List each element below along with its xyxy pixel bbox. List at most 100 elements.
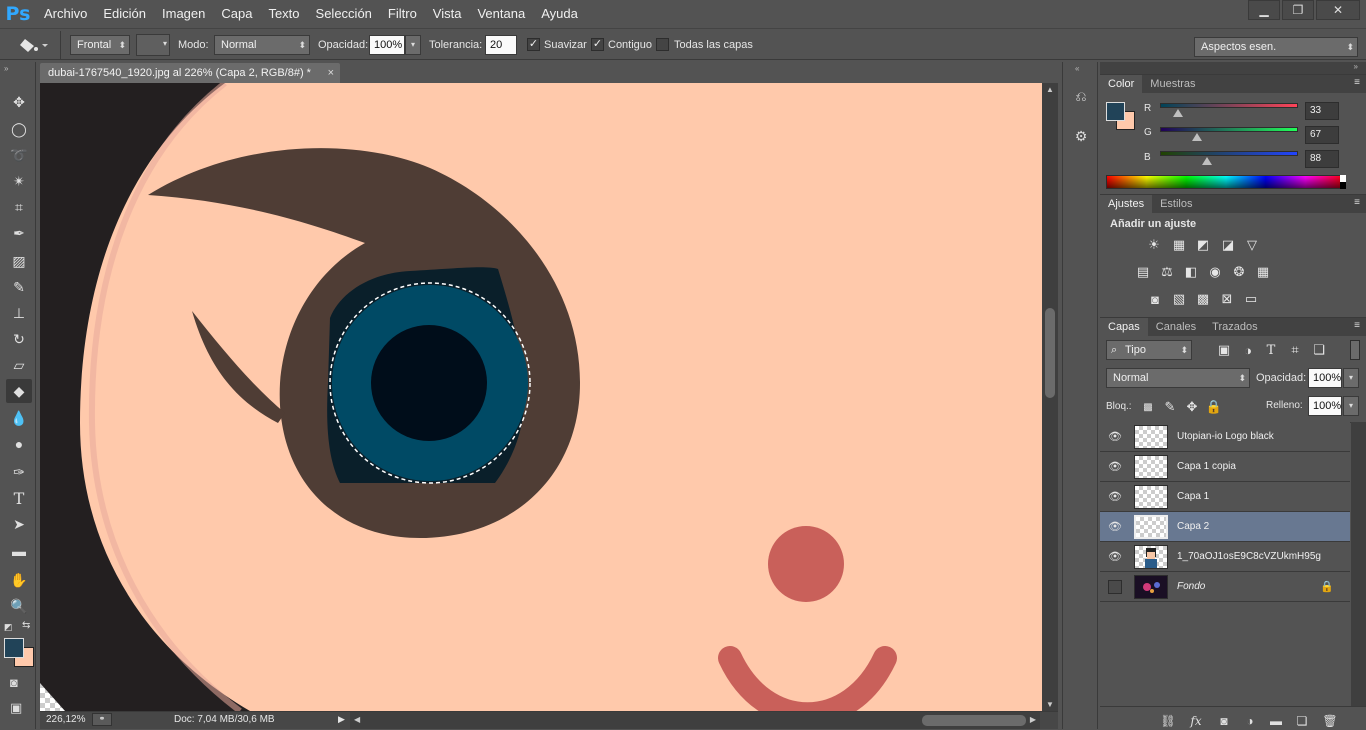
green-slider-thumb[interactable] xyxy=(1192,133,1202,141)
filter-adjustment-icon[interactable]: ◑ xyxy=(1240,342,1256,358)
hand-tool[interactable]: ✋ xyxy=(6,568,32,592)
eye-hidden-icon[interactable] xyxy=(1108,580,1122,594)
color-foreground-swatch[interactable] xyxy=(1106,102,1125,121)
history-panel-icon[interactable]: ⎌ xyxy=(1071,88,1091,108)
path-selection-tool[interactable]: ➤ xyxy=(6,512,32,536)
layers-scrollbar[interactable] xyxy=(1351,422,1366,706)
lock-transparent-icon[interactable]: ▩ xyxy=(1140,399,1156,415)
eye-icon[interactable]: 👁 xyxy=(1108,550,1122,564)
tool-preset-picker[interactable] xyxy=(16,35,50,55)
foreground-color-swatch[interactable] xyxy=(4,638,24,658)
tab-color[interactable]: Color xyxy=(1100,75,1143,93)
selective-color-icon[interactable]: ⊠ xyxy=(1219,291,1235,307)
layer-row[interactable]: 👁 Capa 1 copia xyxy=(1100,452,1350,482)
opacity-input[interactable]: 100% xyxy=(369,35,405,55)
threshold-icon[interactable]: ▩ xyxy=(1195,291,1211,307)
filter-pixel-icon[interactable]: ▣ xyxy=(1216,342,1232,358)
green-slider[interactable] xyxy=(1160,127,1298,132)
posterize-icon[interactable]: ▧ xyxy=(1171,291,1187,307)
blur-tool[interactable]: 💧 xyxy=(6,406,32,430)
all-layers-checkbox[interactable] xyxy=(656,38,669,51)
new-layer-icon[interactable]: ❏ xyxy=(1294,713,1310,729)
shape-tool[interactable]: ▬ xyxy=(6,539,32,563)
healing-brush-tool[interactable]: ▨ xyxy=(6,249,32,273)
color-balance-icon[interactable]: ⚖ xyxy=(1159,264,1175,280)
menu-seleccion[interactable]: Selección xyxy=(308,0,380,28)
filter-shape-icon[interactable]: ⌗ xyxy=(1287,342,1303,358)
channel-mixer-icon[interactable]: ❂ xyxy=(1231,264,1247,280)
menu-ventana[interactable]: Ventana xyxy=(469,0,533,28)
tab-paths[interactable]: Trazados xyxy=(1204,318,1265,336)
fill-source-select[interactable]: Frontal xyxy=(70,35,130,55)
antialias-checkbox[interactable]: ✓ xyxy=(527,38,540,51)
fill-input[interactable]: 100% xyxy=(1308,396,1342,416)
expand-icon[interactable]: » xyxy=(1354,62,1358,71)
tab-layers[interactable]: Capas xyxy=(1100,318,1148,336)
status-menu-arrow-icon[interactable]: ▶ xyxy=(338,714,345,725)
filter-toggle[interactable] xyxy=(1350,340,1360,360)
layer-row[interactable]: 👁 Capa 1 xyxy=(1100,482,1350,512)
document-canvas[interactable] xyxy=(40,83,1042,711)
panel-menu-icon[interactable]: ≡ xyxy=(1354,197,1360,208)
red-slider-thumb[interactable] xyxy=(1173,109,1183,117)
exposure-icon[interactable]: ◪ xyxy=(1220,237,1236,253)
scroll-down-icon[interactable]: ▼ xyxy=(1046,700,1054,709)
gradient-map-icon[interactable]: ▭ xyxy=(1243,291,1259,307)
scroll-up-icon[interactable]: ▲ xyxy=(1046,85,1054,94)
history-brush-tool[interactable]: ↻ xyxy=(6,327,32,351)
close-button[interactable]: ✕ xyxy=(1316,0,1360,20)
eraser-tool[interactable]: ▱ xyxy=(6,353,32,377)
layer-row[interactable]: 👁 Utopian-io Logo black xyxy=(1100,422,1350,452)
vertical-scrollbar[interactable]: ▲ ▼ xyxy=(1042,83,1058,711)
red-slider[interactable] xyxy=(1160,103,1298,108)
menu-texto[interactable]: Texto xyxy=(260,0,307,28)
color-spectrum-ramp[interactable] xyxy=(1106,175,1346,189)
type-tool[interactable]: T xyxy=(6,486,32,510)
zoom-tool[interactable]: 🔍 xyxy=(6,594,32,618)
properties-panel-icon[interactable]: ⚙ xyxy=(1071,128,1091,148)
eye-icon[interactable]: 👁 xyxy=(1108,430,1122,444)
lock-position-icon[interactable]: ✥ xyxy=(1184,399,1200,415)
layer-opacity-dropdown[interactable]: ▾ xyxy=(1343,368,1359,388)
panel-menu-icon[interactable]: ≡ xyxy=(1354,77,1360,88)
pen-tool[interactable]: ✑ xyxy=(6,460,32,484)
scroll-right-icon[interactable]: ▶ xyxy=(1030,715,1036,724)
horizontal-scroll-thumb[interactable] xyxy=(922,715,1026,726)
menu-vista[interactable]: Vista xyxy=(425,0,470,28)
menu-imagen[interactable]: Imagen xyxy=(154,0,213,28)
blue-slider[interactable] xyxy=(1160,151,1298,156)
contiguous-checkbox[interactable]: ✓ xyxy=(591,38,604,51)
fx-icon[interactable]: fx xyxy=(1188,713,1204,729)
mode-select[interactable]: Normal xyxy=(214,35,310,55)
lock-all-icon[interactable]: 🔒 xyxy=(1206,399,1222,415)
tab-channels[interactable]: Canales xyxy=(1148,318,1204,336)
panel-menu-icon[interactable]: ≡ xyxy=(1354,320,1360,331)
clone-stamp-tool[interactable]: ⊥ xyxy=(6,301,32,325)
brush-tool[interactable]: ✎ xyxy=(6,275,32,299)
filter-smart-object-icon[interactable]: ❏ xyxy=(1311,342,1327,358)
menu-archivo[interactable]: Archivo xyxy=(36,0,95,28)
dodge-tool[interactable]: ● xyxy=(6,432,32,456)
move-tool[interactable]: ✥ xyxy=(6,90,32,114)
curves-icon[interactable]: ◩ xyxy=(1195,237,1211,253)
color-lookup-icon[interactable]: ▦ xyxy=(1255,264,1271,280)
eye-icon[interactable]: 👁 xyxy=(1108,490,1122,504)
layer-row[interactable]: 👁 1_70aOJ1osE9C8cVZUkmH95g xyxy=(1100,542,1350,572)
blend-mode-select[interactable]: Normal xyxy=(1106,368,1250,388)
black-swatch[interactable] xyxy=(1340,182,1346,189)
white-swatch[interactable] xyxy=(1340,175,1346,182)
menu-capa[interactable]: Capa xyxy=(213,0,260,28)
zoom-level[interactable]: 226,12% xyxy=(46,714,85,725)
brightness-icon[interactable]: ☀ xyxy=(1146,237,1162,253)
swap-colors-icon[interactable]: ⇆ xyxy=(22,620,30,631)
add-mask-icon[interactable]: ◙ xyxy=(1216,713,1232,729)
layer-opacity-input[interactable]: 100% xyxy=(1308,368,1342,388)
quick-mask-icon[interactable]: ◙ xyxy=(10,675,18,690)
hue-saturation-icon[interactable]: ▤ xyxy=(1135,264,1151,280)
document-tab[interactable]: dubai-1767540_1920.jpg al 226% (Capa 2, … xyxy=(40,63,340,83)
layer-filter-select[interactable]: ⌕ Tipo xyxy=(1106,340,1192,360)
eye-icon[interactable]: 👁 xyxy=(1108,520,1122,534)
share-icon[interactable]: ⚭ xyxy=(92,713,112,726)
workspace-select[interactable]: Aspectos esen. xyxy=(1194,37,1358,57)
opacity-dropdown[interactable]: ▾ xyxy=(405,35,421,55)
